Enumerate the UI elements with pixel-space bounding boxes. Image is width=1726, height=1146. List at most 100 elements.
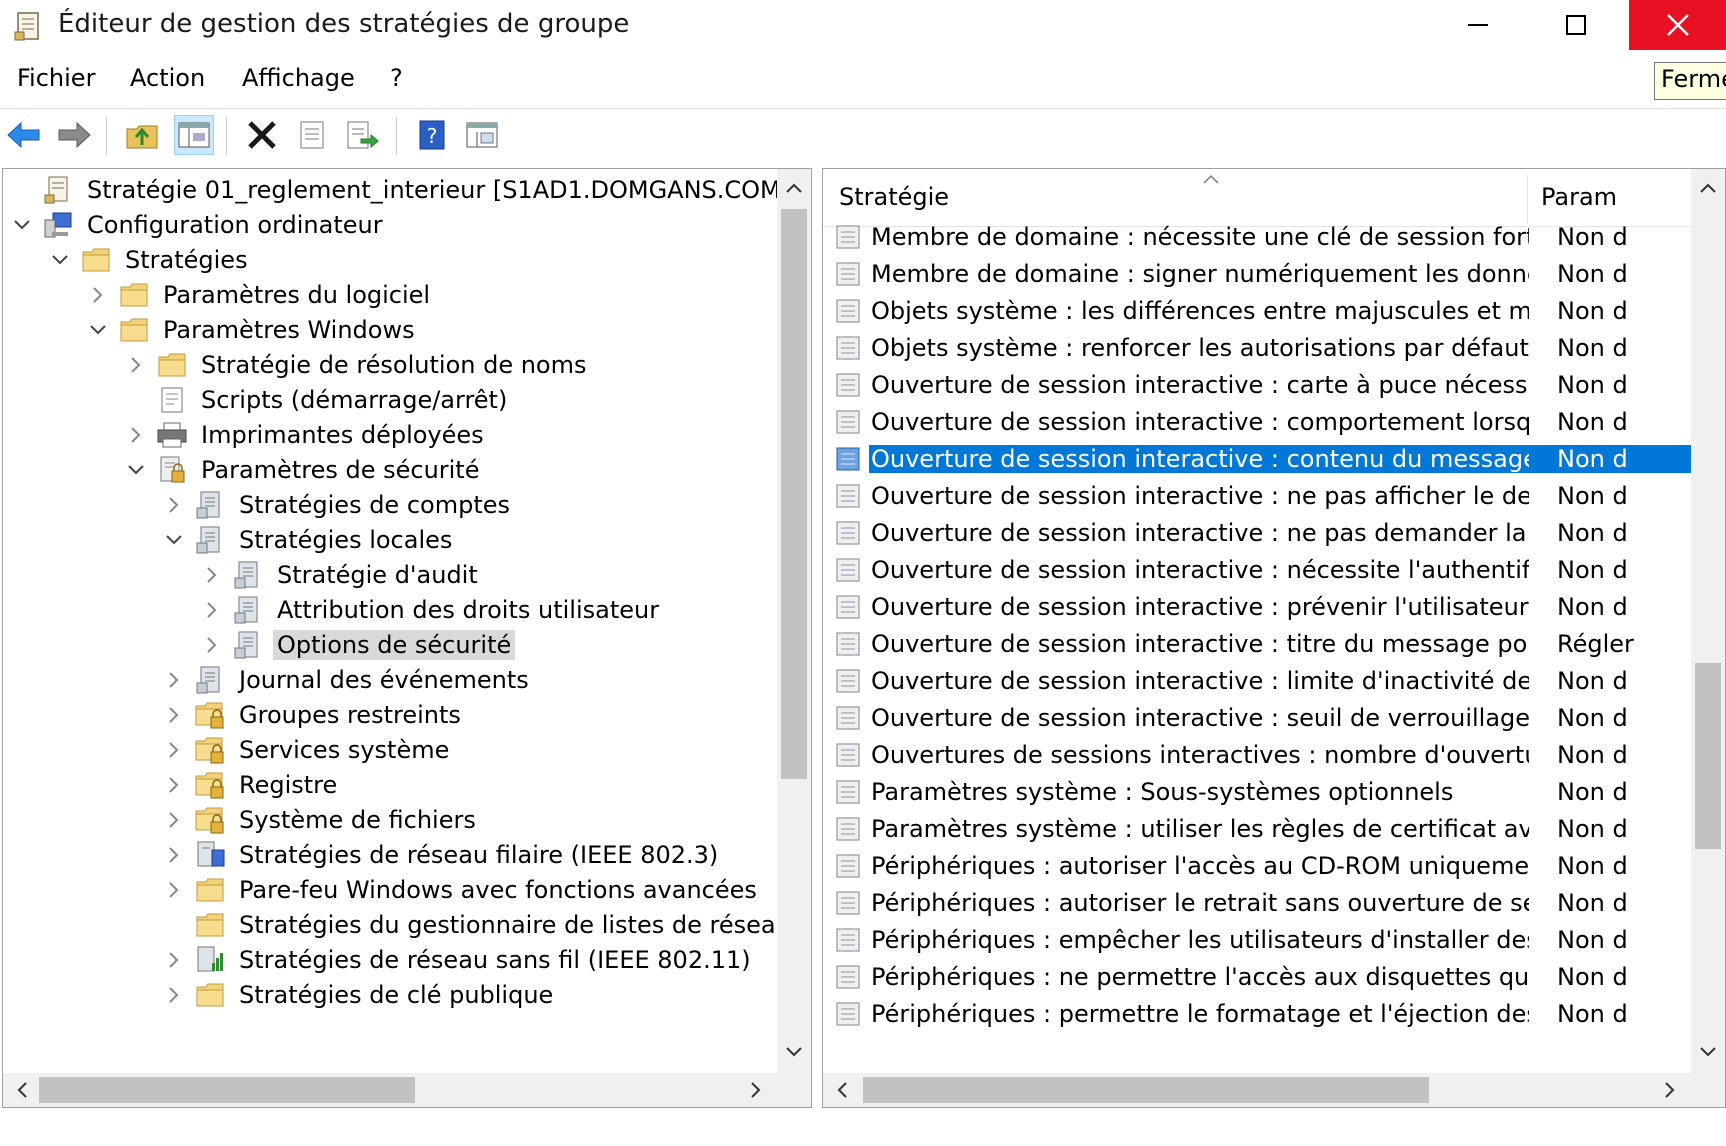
policy-row[interactable]: Ouverture de session interactive : ne pa… (833, 514, 1693, 551)
show-tree-button[interactable] (174, 115, 214, 155)
back-button[interactable] (4, 115, 44, 155)
chevron-right-icon[interactable] (121, 350, 151, 380)
column-divider[interactable] (1527, 175, 1528, 223)
policy-row[interactable]: Ouverture de session interactive : seuil… (833, 699, 1693, 736)
menu-action[interactable]: Action (130, 64, 205, 92)
chevron-right-icon[interactable] (159, 945, 189, 975)
chevron-right-icon[interactable] (159, 490, 189, 520)
chevron-right-icon[interactable] (159, 805, 189, 835)
tree-node[interactable]: Stratégies de comptes (159, 486, 514, 524)
tree-node[interactable]: Stratégies de réseau sans fil (IEEE 802.… (159, 941, 755, 979)
policy-row[interactable]: Ouverture de session interactive : limit… (833, 662, 1693, 699)
chevron-right-icon[interactable] (83, 280, 113, 310)
tree-node[interactable]: Paramètres de sécurité (121, 451, 483, 489)
scroll-right-icon[interactable] (1653, 1073, 1687, 1107)
policy-row[interactable]: Objets système : renforcer les autorisat… (833, 329, 1693, 366)
chevron-right-icon[interactable] (159, 840, 189, 870)
help-button[interactable]: ? (412, 115, 452, 155)
export-list-button[interactable] (342, 115, 382, 155)
scroll-down-icon[interactable] (1691, 1035, 1725, 1069)
chevron-right-icon[interactable] (159, 735, 189, 765)
policy-row[interactable]: Ouverture de session interactive : conte… (833, 440, 1693, 477)
chevron-down-icon[interactable] (83, 315, 113, 345)
chevron-down-icon[interactable] (45, 245, 75, 275)
menu-fichier[interactable]: Fichier (17, 64, 95, 92)
chevron-right-icon[interactable] (121, 420, 151, 450)
chevron-right-icon[interactable] (197, 630, 227, 660)
policy-row[interactable]: Périphériques : permettre le formatage e… (833, 995, 1693, 1032)
tree-node[interactable]: Pare-feu Windows avec fonctions avancées (159, 871, 761, 909)
column-header-strategie[interactable]: Stratégie (839, 183, 949, 211)
tree-node[interactable]: Services système (159, 731, 453, 769)
menu-affichage[interactable]: Affichage (242, 64, 355, 92)
scroll-up-icon[interactable] (1691, 171, 1725, 205)
tree-node[interactable]: Stratégie d'audit (197, 556, 482, 594)
tree-node[interactable]: Stratégies locales (159, 521, 456, 559)
policy-row[interactable]: Paramètres système : Sous-systèmes optio… (833, 773, 1693, 810)
delete-button[interactable] (242, 115, 282, 155)
scroll-left-icon[interactable] (5, 1073, 39, 1107)
column-header-parametre[interactable]: Param (1541, 183, 1617, 211)
list-horizontal-scrollbar[interactable] (823, 1073, 1725, 1107)
list-vertical-scrollbar[interactable] (1691, 169, 1725, 1073)
menu-help[interactable]: ? (390, 64, 403, 92)
chevron-down-icon[interactable] (121, 455, 151, 485)
tree-vertical-scrollbar[interactable] (777, 169, 811, 1073)
tree-node[interactable]: Stratégies de réseau filaire (IEEE 802.3… (159, 836, 722, 874)
policy-row[interactable]: Périphériques : autoriser l'accès au CD-… (833, 847, 1693, 884)
chevron-right-icon[interactable] (197, 560, 227, 590)
policy-row[interactable]: Membre de domaine : nécessite une clé de… (833, 218, 1693, 255)
tree-node[interactable]: Options de sécurité (197, 626, 516, 664)
tree-node[interactable]: Stratégie de résolution de noms (121, 346, 591, 384)
maximize-button[interactable] (1530, 0, 1622, 50)
policy-row[interactable]: Ouverture de session interactive : carte… (833, 366, 1693, 403)
tree-node[interactable]: Configuration ordinateur (7, 206, 387, 244)
tree-node[interactable]: Stratégies (45, 241, 252, 279)
chevron-down-icon[interactable] (159, 525, 189, 555)
policy-row[interactable]: Ouverture de session interactive : préve… (833, 588, 1693, 625)
scroll-right-icon[interactable] (739, 1073, 773, 1107)
scroll-left-icon[interactable] (825, 1073, 859, 1107)
forward-button[interactable] (54, 115, 94, 155)
chevron-right-icon[interactable] (159, 770, 189, 800)
properties-button[interactable] (292, 115, 332, 155)
policy-row[interactable]: Membre de domaine : signer numériquement… (833, 255, 1693, 292)
tree-node[interactable]: Paramètres du logiciel (83, 276, 434, 314)
chevron-right-icon[interactable] (159, 665, 189, 695)
tree-node[interactable]: Paramètres Windows (83, 311, 419, 349)
chevron-right-icon[interactable] (159, 700, 189, 730)
policy-row[interactable]: Ouverture de session interactive : ne pa… (833, 477, 1693, 514)
tree-hscroll-thumb[interactable] (39, 1077, 415, 1103)
policy-row[interactable]: Paramètres système : utiliser les règles… (833, 810, 1693, 847)
policy-row[interactable]: Ouverture de session interactive : compo… (833, 403, 1693, 440)
policy-row[interactable]: Ouverture de session interactive : titre… (833, 625, 1693, 662)
up-level-button[interactable] (122, 115, 162, 155)
tree-node[interactable]: Attribution des droits utilisateur (197, 591, 663, 629)
console-view-button[interactable] (462, 115, 502, 155)
scroll-up-icon[interactable] (777, 171, 811, 205)
policy-row[interactable]: Ouvertures de sessions interactives : no… (833, 736, 1693, 773)
policy-row[interactable]: Ouverture de session interactive : néces… (833, 551, 1693, 588)
tree-node[interactable]: Imprimantes déployées (121, 416, 488, 454)
tree-node[interactable]: Scripts (démarrage/arrêt) (121, 381, 511, 419)
tree-vscroll-thumb[interactable] (781, 209, 807, 779)
tree-node[interactable]: Stratégies du gestionnaire de listes de … (159, 906, 795, 944)
tree-node[interactable]: Groupes restreints (159, 696, 465, 734)
policy-row[interactable]: Objets système : les différences entre m… (833, 292, 1693, 329)
tree-node[interactable]: Stratégie 01_reglement_interieur [S1AD1.… (7, 171, 794, 209)
chevron-down-icon[interactable] (7, 210, 37, 240)
list-vscroll-thumb[interactable] (1695, 663, 1721, 849)
chevron-right-icon[interactable] (197, 595, 227, 625)
chevron-right-icon[interactable] (159, 980, 189, 1010)
tree-node[interactable]: Journal des événements (159, 661, 533, 699)
tree-node[interactable]: Système de fichiers (159, 801, 480, 839)
policy-row[interactable]: Périphériques : empêcher les utilisateur… (833, 921, 1693, 958)
chevron-right-icon[interactable] (159, 875, 189, 905)
policy-row[interactable]: Périphériques : autoriser le retrait san… (833, 884, 1693, 921)
tree-node[interactable]: Registre (159, 766, 341, 804)
policy-row[interactable]: Périphériques : ne permettre l'accès aux… (833, 958, 1693, 995)
minimize-button[interactable] (1432, 0, 1524, 50)
scroll-down-icon[interactable] (777, 1035, 811, 1069)
list-hscroll-thumb[interactable] (863, 1077, 1429, 1103)
tree-horizontal-scrollbar[interactable] (3, 1073, 811, 1107)
